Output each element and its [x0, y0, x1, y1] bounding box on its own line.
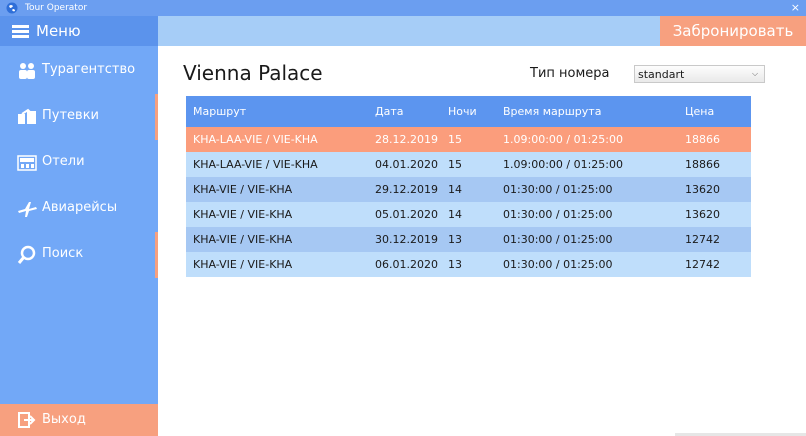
cell-price: 13620: [685, 183, 720, 196]
column-header-route[interactable]: Маршрут: [193, 96, 246, 127]
cell-date: 06.01.2020: [375, 258, 438, 271]
cell-route-time: 01:30:00 / 01:25:00: [503, 258, 613, 271]
column-header-date[interactable]: Дата: [375, 96, 403, 127]
column-header-nights[interactable]: Ночи: [448, 96, 477, 127]
cell-route: KHA-VIE / VIE-KHA: [193, 258, 293, 271]
exit-icon: [18, 412, 36, 428]
window-titlebar: Tour Operator ×: [0, 0, 806, 16]
tours-table: Маршрут Дата Ночи Время маршрута Цена KH…: [186, 96, 751, 277]
cell-date: 29.12.2019: [375, 183, 438, 196]
cell-route: KHA-LAA-VIE / VIE-KHA: [193, 133, 318, 146]
table-row[interactable]: KHA-VIE / VIE-KHA 05.01.2020 14 01:30:00…: [186, 202, 751, 227]
globe-icon: [6, 2, 18, 14]
sidebar-item-travel-agency[interactable]: Турагентство: [0, 48, 158, 94]
table-row[interactable]: KHA-LAA-VIE / VIE-KHA 28.12.2019 15 1.09…: [186, 127, 751, 152]
hotel-icon: [17, 155, 37, 171]
cell-route: KHA-VIE / VIE-KHA: [193, 233, 293, 246]
cell-date: 28.12.2019: [375, 133, 438, 146]
sidebar-item-label: Отели: [42, 154, 85, 169]
cell-route-time: 01:30:00 / 01:25:00: [503, 233, 613, 246]
cell-route: KHA-VIE / VIE-KHA: [193, 183, 293, 196]
sidebar-item-label: Поиск: [42, 246, 84, 261]
column-header-route-time[interactable]: Время маршрута: [503, 96, 601, 127]
page-title: Vienna Palace: [183, 61, 323, 85]
cell-route: KHA-LAA-VIE / VIE-KHA: [193, 158, 318, 171]
sidebar-item-label: Путевки: [42, 108, 100, 123]
window-title: Tour Operator: [25, 3, 88, 13]
cell-date: 30.12.2019: [375, 233, 438, 246]
cell-date: 04.01.2020: [375, 158, 438, 171]
handshake-icon: [18, 108, 36, 124]
cell-price: 12742: [685, 233, 720, 246]
cell-nights: 14: [448, 183, 462, 196]
cell-nights: 14: [448, 208, 462, 221]
close-button[interactable]: ×: [791, 1, 800, 15]
sidebar-item-tours[interactable]: Путевки: [0, 94, 158, 140]
sidebar: Меню Турагентство Путевки Отели Авиарейс…: [0, 16, 158, 436]
cell-route-time: 01:30:00 / 01:25:00: [503, 208, 613, 221]
cell-nights: 13: [448, 233, 462, 246]
sidebar-item-hotels[interactable]: Отели: [0, 140, 158, 186]
people-icon: [19, 63, 35, 79]
cell-price: 18866: [685, 158, 720, 171]
room-type-label: Тип номера: [530, 66, 610, 81]
cell-price: 12742: [685, 258, 720, 271]
cell-price: 13620: [685, 208, 720, 221]
logout-label: Выход: [42, 412, 86, 427]
cell-route-time: 1.09:00:00 / 01:25:00: [503, 133, 624, 146]
cell-route-time: 01:30:00 / 01:25:00: [503, 183, 613, 196]
table-row[interactable]: KHA-VIE / VIE-KHA 29.12.2019 14 01:30:00…: [186, 177, 751, 202]
cell-route: KHA-VIE / VIE-KHA: [193, 208, 293, 221]
book-button[interactable]: Забронировать: [660, 16, 806, 46]
sidebar-item-flights[interactable]: Авиарейсы: [0, 186, 158, 232]
sidebar-item-search[interactable]: Поиск: [0, 232, 158, 278]
top-bar: Забронировать: [158, 16, 806, 46]
cell-nights: 15: [448, 133, 462, 146]
logout-button[interactable]: Выход: [0, 404, 158, 436]
plane-icon: [18, 202, 37, 217]
hamburger-icon: [12, 25, 29, 38]
cell-route-time: 1.09:00:00 / 01:25:00: [503, 158, 624, 171]
room-type-select[interactable]: standart ⌵: [634, 65, 765, 83]
search-icon: [17, 245, 36, 264]
table-row[interactable]: KHA-VIE / VIE-KHA 06.01.2020 13 01:30:00…: [186, 252, 751, 277]
menu-toggle[interactable]: Меню: [0, 16, 158, 46]
sidebar-item-label: Турагентство: [42, 62, 136, 77]
cell-nights: 15: [448, 158, 462, 171]
column-header-price[interactable]: Цена: [685, 96, 714, 127]
chevron-down-icon: ⌵: [752, 69, 759, 78]
cell-date: 05.01.2020: [375, 208, 438, 221]
cell-nights: 13: [448, 258, 462, 271]
menu-label: Меню: [36, 22, 81, 40]
cell-price: 18866: [685, 133, 720, 146]
table-row[interactable]: KHA-VIE / VIE-KHA 30.12.2019 13 01:30:00…: [186, 227, 751, 252]
room-type-value: standart: [638, 68, 685, 81]
table-row[interactable]: KHA-LAA-VIE / VIE-KHA 04.01.2020 15 1.09…: [186, 152, 751, 177]
table-header: Маршрут Дата Ночи Время маршрута Цена: [186, 96, 751, 127]
sidebar-item-label: Авиарейсы: [42, 200, 118, 215]
